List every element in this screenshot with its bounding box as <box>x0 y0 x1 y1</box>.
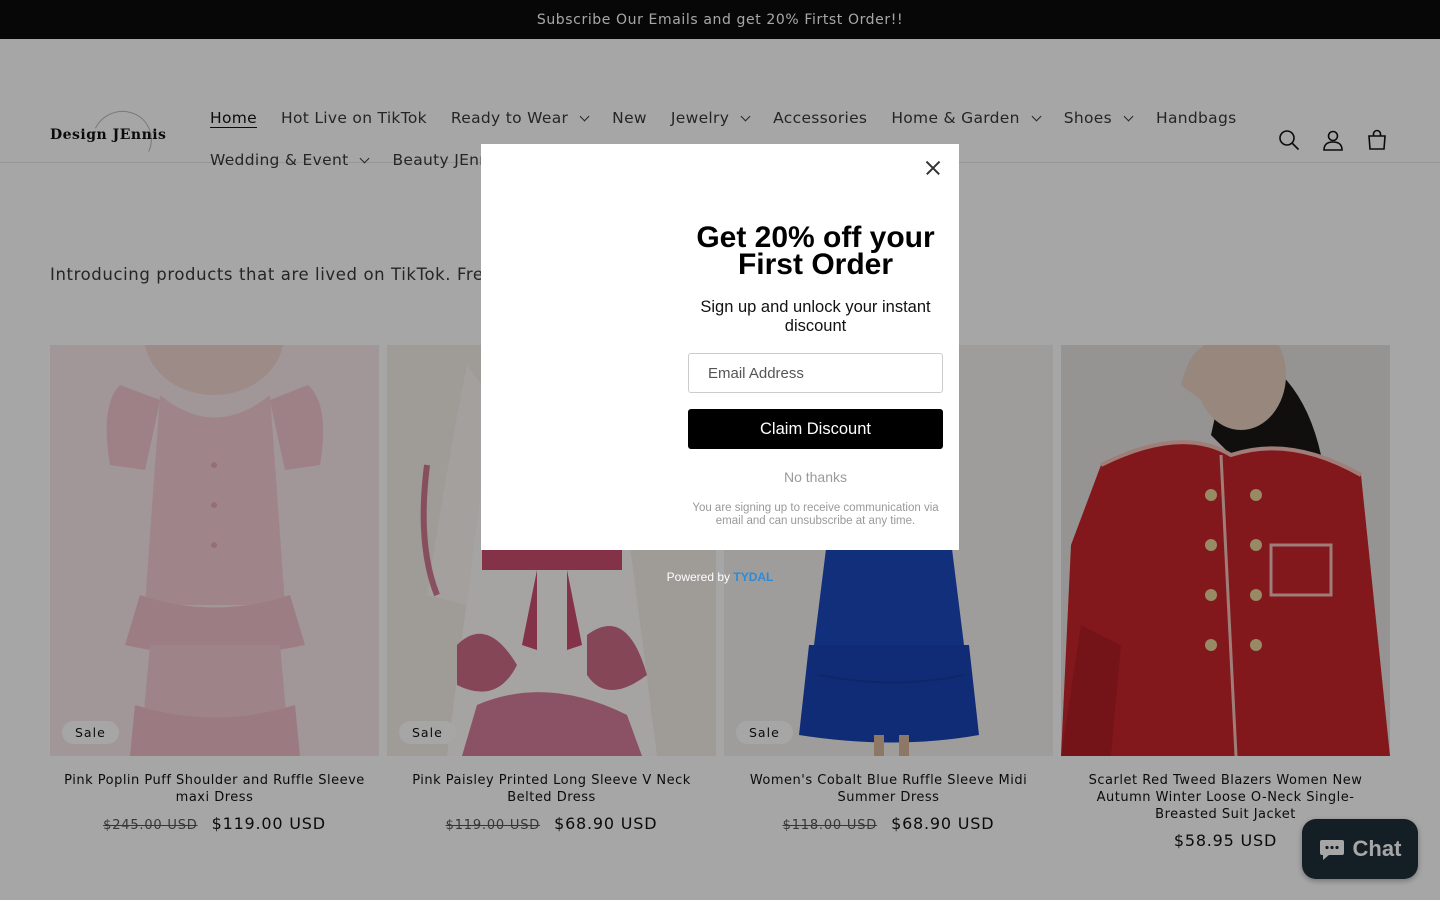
close-icon[interactable] <box>921 156 945 180</box>
powered-brand-link[interactable]: TYDAL <box>733 570 773 584</box>
popup-disclaimer: You are signing up to receive communicat… <box>692 502 939 527</box>
popup-title: Get 20% off your First Order <box>696 221 935 281</box>
popup-content: Get 20% off your First Order Sign up and… <box>688 223 943 528</box>
powered-prefix: Powered by <box>666 570 731 584</box>
no-thanks-link[interactable]: No thanks <box>688 469 943 485</box>
email-field[interactable] <box>688 353 943 393</box>
claim-discount-button[interactable]: Claim Discount <box>688 409 943 449</box>
powered-by: Powered by TYDAL <box>0 570 1440 584</box>
popup-subtitle: Sign up and unlock your instant discount <box>700 298 931 335</box>
discount-popup: Get 20% off your First Order Sign up and… <box>481 144 959 550</box>
